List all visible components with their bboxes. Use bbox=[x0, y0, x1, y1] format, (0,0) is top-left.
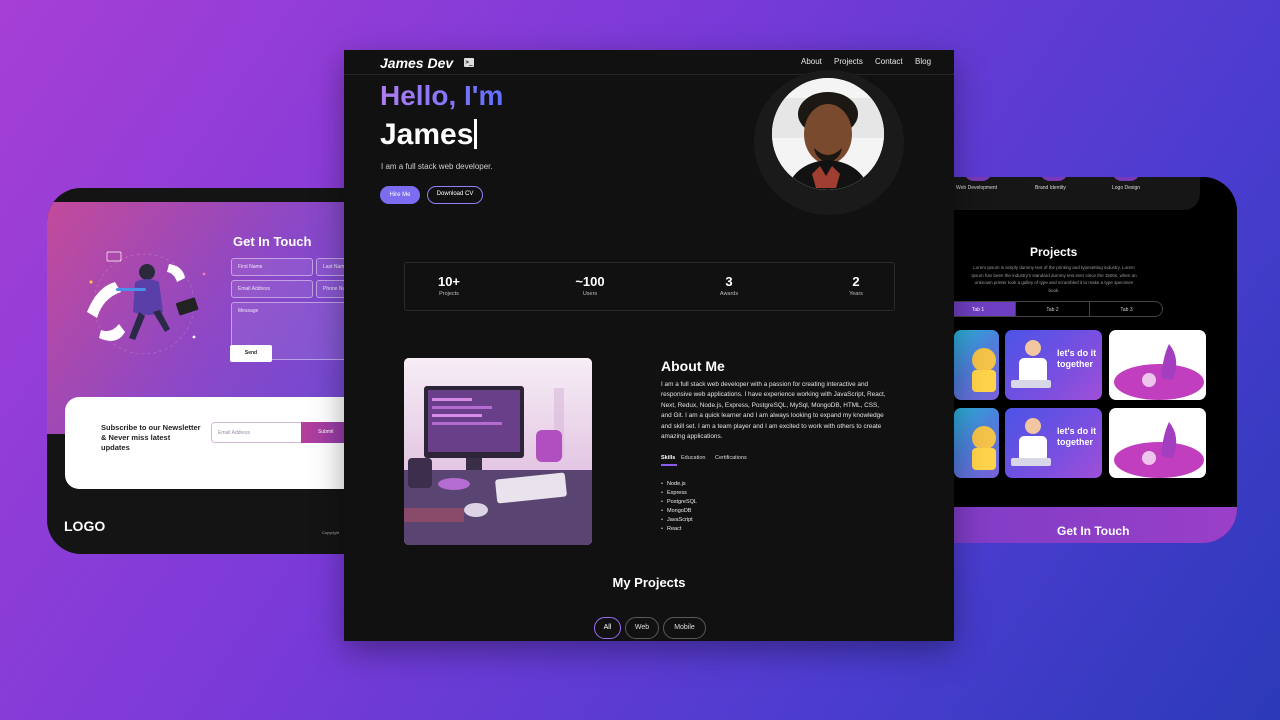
service-icon bbox=[1040, 177, 1068, 181]
footer-logo: LOGO bbox=[64, 518, 106, 534]
skill-item: JavaScript bbox=[661, 516, 697, 525]
project-thumbnail[interactable] bbox=[1109, 330, 1206, 400]
skill-item: React bbox=[661, 525, 697, 534]
contact-title: Get In Touch bbox=[233, 234, 312, 249]
desk-workspace-art bbox=[404, 358, 592, 545]
thumbnail-art: let's do it together bbox=[1011, 340, 1096, 388]
nav-blog[interactable]: Blog bbox=[915, 57, 931, 66]
get-in-touch-heading: Get In Touch bbox=[1057, 524, 1130, 538]
stat-value: 3 bbox=[725, 274, 733, 289]
svg-text:let's do it: let's do it bbox=[1057, 426, 1096, 436]
stat-label: Years bbox=[849, 291, 863, 297]
about-illustration bbox=[404, 358, 592, 545]
hero-name-text: James bbox=[380, 118, 474, 151]
tab-education[interactable]: Education bbox=[681, 455, 705, 461]
typing-caret bbox=[474, 119, 478, 149]
active-tab-underline bbox=[661, 464, 677, 466]
svg-text:let's do it: let's do it bbox=[1057, 348, 1096, 358]
thumbnail-art bbox=[972, 348, 996, 392]
project-thumbnail[interactable] bbox=[954, 330, 999, 400]
first-name-field[interactable]: First Name bbox=[231, 258, 313, 276]
my-projects-title: My Projects bbox=[612, 575, 686, 590]
hero-name: James bbox=[380, 118, 478, 152]
contact-page-preview: Get In Touch First Name Last Name Email … bbox=[47, 188, 377, 554]
projects-tabs: Tab 1 Tab 2 Tab 3 bbox=[940, 301, 1163, 317]
project-thumbnail[interactable]: let's do it together bbox=[1005, 330, 1102, 400]
about-title: About Me bbox=[661, 358, 725, 374]
newsletter-email-input[interactable]: Email Address bbox=[211, 422, 303, 443]
newsletter-text: Subscribe to our Newsletter & Never miss… bbox=[101, 423, 201, 452]
thumbnail-art: let's do it together bbox=[1011, 418, 1096, 466]
skill-item: Express bbox=[661, 489, 697, 498]
developer-illustration bbox=[87, 251, 206, 355]
stat-awards: 3 Awards bbox=[689, 274, 769, 297]
copyright-text: Copyright bbox=[322, 530, 340, 535]
thumbnail-art bbox=[972, 426, 996, 470]
thumbnail-art bbox=[1114, 344, 1204, 400]
hire-me-button[interactable]: Hire Me bbox=[380, 186, 420, 204]
filter-mobile[interactable]: Mobile bbox=[663, 617, 706, 639]
nav-projects[interactable]: Projects bbox=[834, 57, 863, 66]
terminal-icon: >_ bbox=[464, 58, 474, 67]
tab-certifications[interactable]: Certifications bbox=[715, 455, 747, 461]
stat-label: Awards bbox=[719, 291, 739, 297]
project-thumbnail[interactable] bbox=[954, 408, 999, 478]
skill-item: Node.js bbox=[661, 480, 697, 489]
profile-photo-art bbox=[772, 78, 884, 190]
service-icon bbox=[1112, 177, 1140, 181]
newsletter-box: Subscribe to our Newsletter & Never miss… bbox=[65, 397, 377, 489]
svg-text:together: together bbox=[1057, 359, 1093, 369]
download-cv-button[interactable]: Download CV bbox=[427, 186, 483, 204]
service-web-development: Web Development bbox=[956, 185, 998, 191]
filter-web[interactable]: Web bbox=[625, 617, 659, 639]
service-brand-identity: Brand Identity bbox=[1035, 185, 1066, 191]
stat-value: 2 bbox=[852, 274, 860, 289]
stat-projects: 10+ Projects bbox=[409, 274, 489, 297]
project-thumbnail[interactable]: let's do it together bbox=[1005, 408, 1102, 478]
stat-years: 2 Years bbox=[816, 274, 896, 297]
portfolio-page: James Dev >_ About Projects Contact Blog… bbox=[344, 50, 954, 641]
email-field[interactable]: Email Address bbox=[231, 280, 313, 298]
hero-tagline: I am a full stack web developer. bbox=[381, 162, 493, 171]
skill-item: PostgreSQL bbox=[661, 498, 697, 507]
filter-all[interactable]: All bbox=[594, 617, 621, 639]
stat-label: Projects bbox=[439, 291, 459, 297]
tab-skills[interactable]: Skills bbox=[661, 455, 675, 461]
stat-users: ~100 Users bbox=[550, 274, 630, 297]
stats-panel: 10+ Projects ~100 Users 3 Awards 2 Years bbox=[404, 262, 895, 311]
project-thumbnail[interactable] bbox=[1109, 408, 1206, 478]
hero-greeting: Hello, I'm bbox=[380, 80, 504, 111]
send-button[interactable]: Send bbox=[230, 345, 272, 362]
about-description: I am a full stack web developer with a p… bbox=[661, 381, 886, 441]
projects-description: Lorem Ipsum is simply dummy text of the … bbox=[971, 265, 1137, 293]
svg-text:together: together bbox=[1057, 437, 1093, 447]
nav-contact[interactable]: Contact bbox=[875, 57, 903, 66]
service-logo-design: Logo Design bbox=[1112, 185, 1141, 191]
stat-value: 10+ bbox=[437, 274, 461, 289]
stat-label: Users bbox=[582, 291, 598, 297]
navbar: James Dev >_ About Projects Contact Blog bbox=[344, 50, 954, 75]
stat-value: ~100 bbox=[575, 274, 605, 289]
brand-logo[interactable]: James Dev bbox=[380, 55, 453, 71]
profile-photo bbox=[772, 78, 884, 190]
thumbnail-art bbox=[1114, 422, 1204, 478]
service-icon bbox=[964, 177, 992, 181]
skill-item: MongoDB bbox=[661, 507, 697, 516]
tab-2[interactable]: Tab 2 bbox=[1015, 302, 1089, 316]
nav-about[interactable]: About bbox=[801, 57, 822, 66]
tab-3[interactable]: Tab 3 bbox=[1089, 302, 1162, 316]
projects-title: Projects bbox=[1030, 245, 1078, 259]
skills-list: Node.js Express PostgreSQL MongoDB JavaS… bbox=[661, 480, 697, 535]
